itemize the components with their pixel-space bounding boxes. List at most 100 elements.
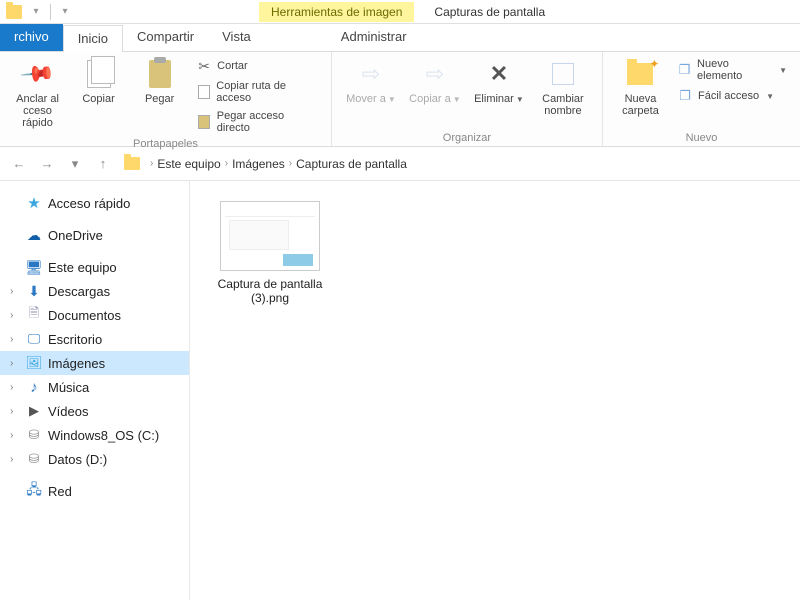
breadcrumb-root[interactable]: Este equipo [157,157,220,171]
chevron-right-icon[interactable]: › [10,310,20,321]
up-button[interactable]: ↑ [92,153,114,175]
chevron-down-icon: ▼ [388,95,396,104]
nav-label: Datos (D:) [48,452,107,467]
star-icon: ★ [26,195,42,211]
copy-to-button[interactable]: ⇨ Copiar a▼ [406,56,464,106]
pin-quick-access-button[interactable]: 📌 Anclar al cceso rápido [10,56,65,129]
chevron-right-icon: › [225,158,228,169]
nav-music[interactable]: › ♪ Música [0,375,189,399]
tab-share[interactable]: Compartir [123,24,208,51]
disk-icon: ⛁ [26,451,42,467]
nav-disk-c[interactable]: › ⛁ Windows8_OS (C:) [0,423,189,447]
new-item-button[interactable]: ❐ Nuevo elemento ▼ [674,56,790,84]
window-title: Capturas de pantalla [434,5,545,19]
chevron-right-icon: › [150,158,153,169]
delete-label: Eliminar [474,93,514,105]
chevron-down-icon: ▼ [453,95,461,104]
qat-dropdown-icon[interactable]: ▾ [28,4,44,20]
copy-path-button[interactable]: Copiar ruta de acceso [193,78,321,106]
tab-manage[interactable]: Administrar [327,24,421,51]
pin-icon: 📌 [19,55,57,93]
file-item[interactable]: Captura de pantalla (3).png [210,201,330,305]
breadcrumb-leaf[interactable]: Capturas de pantalla [296,157,407,171]
group-organize-label: Organizar [342,132,592,144]
chevron-down-icon: ▼ [779,66,787,75]
back-button[interactable]: ← [8,153,30,175]
easy-access-button[interactable]: ❐ Fácil acceso ▼ [674,86,790,106]
nav-disk-d[interactable]: › ⛁ Datos (D:) [0,447,189,471]
paste-button[interactable]: Pegar [132,56,187,105]
paste-label: Pegar [145,93,174,105]
nav-label: Escritorio [48,332,102,347]
nav-pictures[interactable]: › 🖼 Imágenes [0,351,189,375]
nav-documents[interactable]: › 🗎 Documentos [0,303,189,327]
nav-quick-access[interactable]: ★ Acceso rápido [0,191,189,215]
group-organize: ⇨ Mover a▼ ⇨ Copiar a▼ ✕ Eliminar▼ Cambi… [332,52,603,146]
copy-path-label: Copiar ruta de acceso [216,80,318,104]
cloud-icon: ☁ [26,227,42,243]
nav-label: Vídeos [48,404,88,419]
delete-icon: ✕ [490,61,508,87]
chevron-right-icon[interactable]: › [10,286,20,297]
nav-downloads[interactable]: › ⬇ Descargas [0,279,189,303]
move-label: Mover a [346,93,386,105]
chevron-right-icon[interactable]: › [10,334,20,345]
file-thumbnail [220,201,320,271]
chevron-right-icon[interactable]: › [10,406,20,417]
nav-label: Red [48,484,72,499]
move-to-button[interactable]: ⇨ Mover a▼ [342,56,400,106]
breadcrumb[interactable]: › Este equipo › Imágenes › Capturas de p… [150,157,407,171]
nav-label: OneDrive [48,228,103,243]
paste-shortcut-icon [196,114,212,130]
document-icon: 🗎 [26,307,42,323]
new-folder-label: Nueva carpeta [613,93,668,117]
chevron-right-icon[interactable]: › [10,358,20,369]
ribbon-tabs: rchivo Inicio Compartir Vista Administra… [0,24,800,52]
chevron-right-icon[interactable]: › [10,430,20,441]
new-folder-icon [627,63,653,85]
content-pane[interactable]: Captura de pantalla (3).png [190,181,800,600]
tab-home[interactable]: Inicio [63,25,123,52]
rename-button[interactable]: Cambiar nombre [534,56,592,117]
nav-desktop[interactable]: › 🖵 Escritorio [0,327,189,351]
chevron-right-icon[interactable]: › [10,382,20,393]
folder-icon[interactable] [6,5,22,19]
navigation-pane: ★ Acceso rápido ☁ OneDrive 🖥 Este equipo… [0,181,190,600]
copy-button[interactable]: Copiar [71,56,126,105]
pin-label: Anclar al cceso rápido [10,93,65,129]
copy-icon [87,60,111,88]
forward-button[interactable]: → [36,153,58,175]
video-icon: ▶ [26,403,42,419]
file-name: Captura de pantalla (3).png [210,277,330,305]
copy-to-icon: ⇨ [426,61,444,87]
picture-icon: 🖼 [26,355,42,371]
nav-network[interactable]: 🖧 Red [0,479,189,503]
move-icon: ⇨ [362,61,380,87]
contextual-tab-label: Herramientas de imagen [259,2,414,22]
nav-this-pc[interactable]: 🖥 Este equipo [0,255,189,279]
easy-access-icon: ❐ [677,88,693,104]
paste-icon [149,60,171,88]
tab-view[interactable]: Vista [208,24,265,51]
download-icon: ⬇ [26,283,42,299]
nav-label: Imágenes [48,356,105,371]
separator [50,4,51,20]
recent-dropdown[interactable]: ▾ [64,153,86,175]
paste-shortcut-button[interactable]: Pegar acceso directo [193,108,321,136]
qat-overflow-icon[interactable]: ▾ [57,4,73,20]
nav-label: Acceso rápido [48,196,130,211]
nav-bar: ← → ▾ ↑ › Este equipo › Imágenes › Captu… [0,147,800,181]
nav-onedrive[interactable]: ☁ OneDrive [0,223,189,247]
cut-button[interactable]: ✂ Cortar [193,56,321,76]
title-bar: ▾ ▾ Herramientas de imagen Capturas de p… [0,0,800,24]
new-item-icon: ❐ [677,62,692,78]
delete-button[interactable]: ✕ Eliminar▼ [470,56,528,106]
breadcrumb-mid[interactable]: Imágenes [232,157,285,171]
easy-access-label: Fácil acceso [698,90,759,102]
copy-to-label: Copiar a [409,93,451,105]
nav-videos[interactable]: › ▶ Vídeos [0,399,189,423]
tab-file[interactable]: rchivo [0,24,63,51]
new-folder-button[interactable]: Nueva carpeta [613,56,668,117]
ribbon: 📌 Anclar al cceso rápido Copiar Pegar ✂ … [0,52,800,147]
chevron-right-icon[interactable]: › [10,454,20,465]
